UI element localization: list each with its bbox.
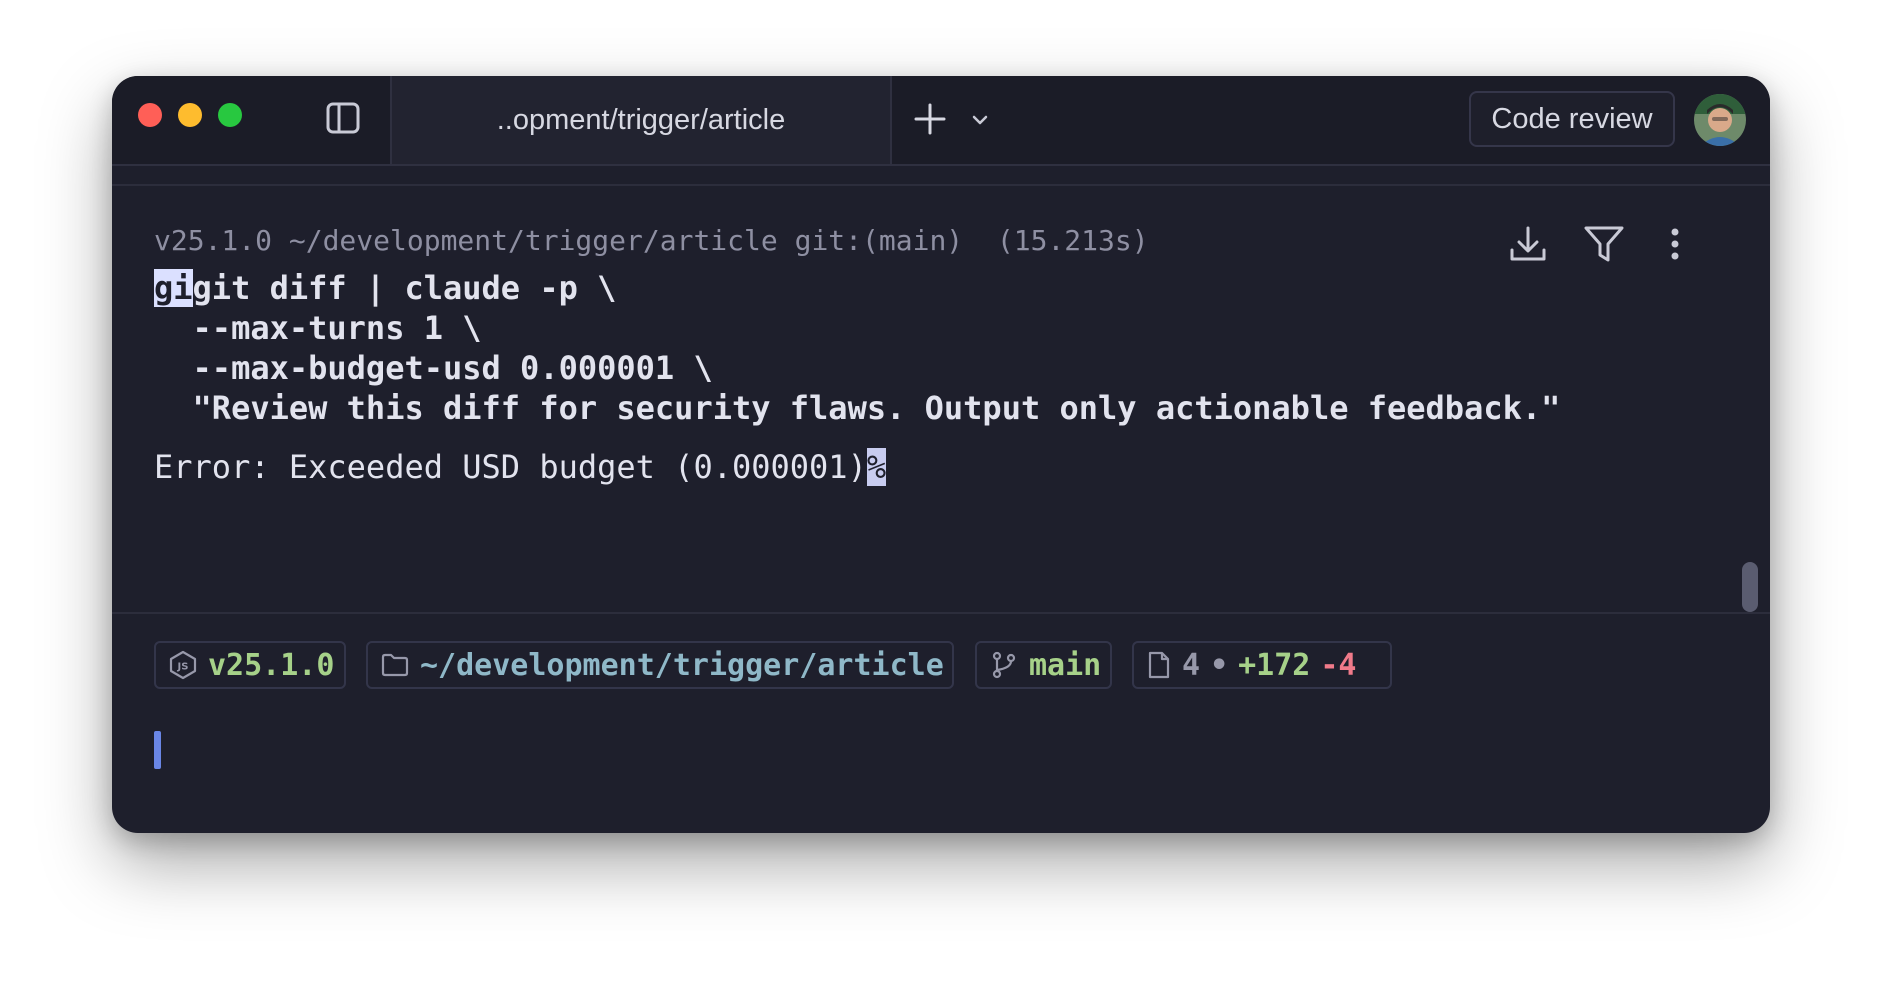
scrollbar[interactable] — [1742, 562, 1758, 612]
git-branch-chip[interactable]: main — [975, 641, 1112, 689]
command-text[interactable]: gigit diff | claude -p \ --max-turns 1 \… — [154, 268, 1560, 428]
chevron-down-icon[interactable] — [970, 110, 990, 130]
directory-text: ~/development/trigger/article — [420, 647, 944, 683]
code-review-button[interactable]: Code review — [1469, 91, 1675, 147]
stats-separator: • — [1210, 647, 1229, 683]
minimize-window-button[interactable] — [178, 103, 202, 127]
input-cursor[interactable] — [154, 731, 161, 769]
terminal-window: ..opment/trigger/article Code review v25… — [112, 76, 1770, 833]
selected-text: gi — [154, 269, 193, 307]
error-output: Error: Exceeded USD budget (0.000001)% — [154, 448, 887, 486]
block-separator — [112, 184, 1770, 186]
node-version-text: v25.1.0 — [208, 647, 335, 683]
zoom-window-button[interactable] — [218, 103, 242, 127]
error-output-text: Error: Exceeded USD budget (0.000001) — [154, 448, 867, 486]
svg-text:JS: JS — [177, 662, 189, 673]
close-window-button[interactable] — [138, 103, 162, 127]
tab-title: ..opment/trigger/article — [496, 103, 786, 136]
git-branch-icon — [992, 651, 1016, 679]
command-line-2: --max-turns 1 \ — [154, 309, 482, 347]
no-newline-mark: % — [866, 448, 887, 486]
avatar[interactable] — [1694, 94, 1746, 146]
command-line-3: --max-budget-usd 0.000001 \ — [154, 349, 713, 387]
deletions-count: -4 — [1320, 647, 1357, 683]
tab-current[interactable]: ..opment/trigger/article — [390, 76, 892, 164]
directory-chip[interactable]: ~/development/trigger/article — [366, 641, 954, 689]
filter-icon[interactable] — [1582, 222, 1626, 266]
diff-stats-chip[interactable]: 4 • +172 -4 — [1132, 641, 1392, 689]
sidebar-toggle-icon[interactable] — [325, 100, 361, 136]
command-line-1: gigit diff | claude -p \ — [154, 268, 1560, 308]
more-vertical-icon[interactable] — [1662, 222, 1688, 266]
code-review-label: Code review — [1491, 102, 1653, 135]
additions-count: +172 — [1238, 647, 1311, 683]
file-icon — [1148, 651, 1170, 679]
node-version-chip[interactable]: JS v25.1.0 — [154, 641, 346, 689]
nodejs-icon: JS — [169, 650, 197, 680]
block-header: v25.1.0 ~/development/trigger/article gi… — [154, 224, 1149, 257]
command-line-4: "Review this diff for security flaws. Ou… — [154, 389, 1561, 427]
title-bar: ..opment/trigger/article Code review — [112, 76, 1770, 166]
download-icon[interactable] — [1506, 222, 1550, 266]
plus-icon[interactable] — [912, 101, 948, 137]
folder-icon — [381, 653, 409, 677]
branch-text: main — [1029, 647, 1102, 683]
input-divider — [112, 612, 1770, 614]
files-changed-count: 4 — [1182, 647, 1201, 683]
command-line-1-text: git diff | claude -p \ — [192, 269, 617, 307]
